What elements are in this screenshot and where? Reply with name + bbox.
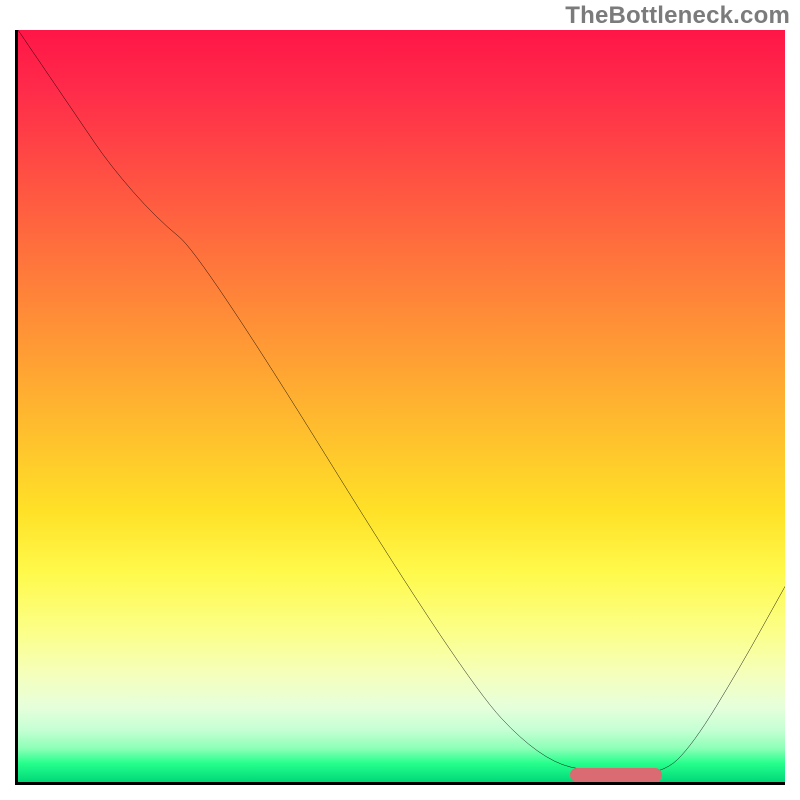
optimal-range-marker	[570, 768, 662, 782]
watermark-text: TheBottleneck.com	[565, 2, 790, 30]
bottleneck-curve-path	[18, 30, 785, 774]
chart-stage: TheBottleneck.com	[0, 0, 800, 800]
plot-area	[15, 30, 785, 785]
bottleneck-curve	[18, 30, 785, 782]
